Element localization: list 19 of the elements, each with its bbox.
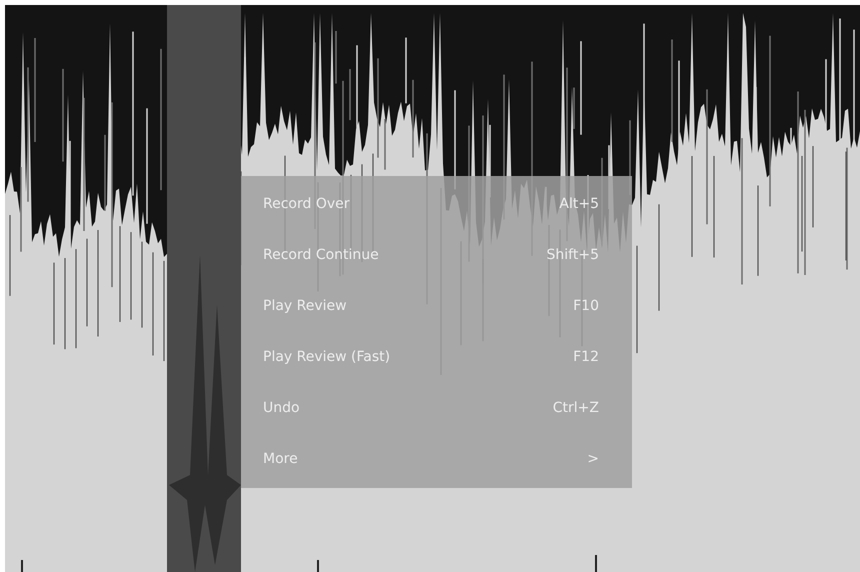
menu-item[interactable]: Record Over Alt+5 xyxy=(241,179,632,230)
menu-item[interactable]: More > xyxy=(241,434,632,485)
menu-item-label: Undo xyxy=(263,399,300,418)
menu-item-shortcut: Alt+5 xyxy=(559,195,599,214)
menu-item[interactable]: Play Review F10 xyxy=(241,281,632,332)
menu-item-label: Record Over xyxy=(263,195,350,214)
menu-item[interactable]: Record Continue Shift+5 xyxy=(241,230,632,281)
selection-region[interactable] xyxy=(167,5,241,572)
menu-item-shortcut: F12 xyxy=(573,348,599,367)
menu-item-shortcut: > xyxy=(587,450,599,469)
menu-item[interactable]: Undo Ctrl+Z xyxy=(241,383,632,434)
menu-item-label: More xyxy=(263,450,298,469)
menu-item-shortcut: Shift+5 xyxy=(546,246,599,265)
menu-item-shortcut: F10 xyxy=(573,297,599,316)
menu-item-label: Record Continue xyxy=(263,246,379,265)
menu-item-shortcut: Ctrl+Z xyxy=(552,399,599,418)
menu-item-label: Play Review (Fast) xyxy=(263,348,390,367)
menu-item[interactable]: Play Review (Fast) F12 xyxy=(241,332,632,383)
menu-item-label: Play Review xyxy=(263,297,347,316)
